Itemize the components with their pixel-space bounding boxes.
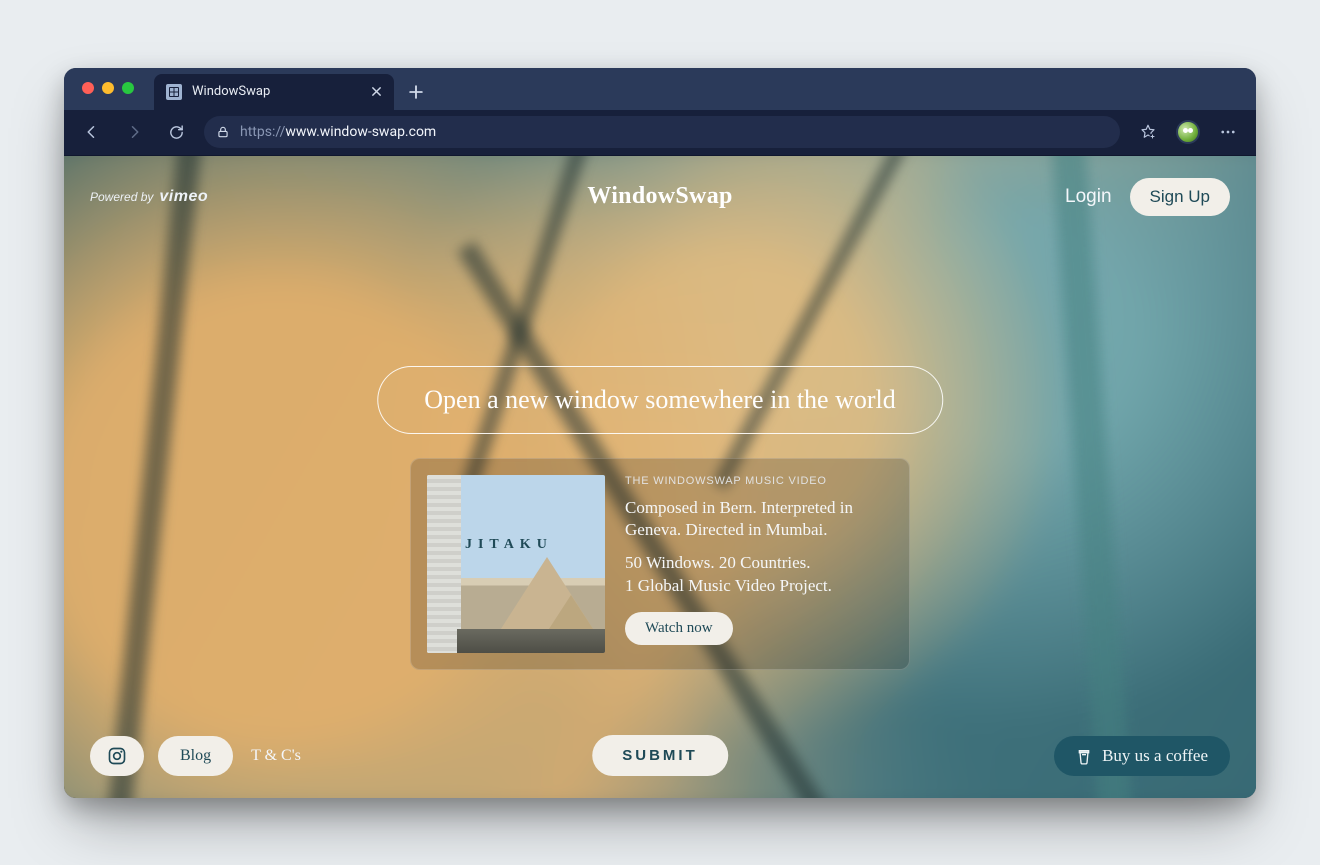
profile-avatar[interactable] <box>1176 120 1200 144</box>
page-footer: Blog T & C's SUBMIT Buy us a coffee <box>64 736 1256 776</box>
new-tab-button[interactable] <box>402 78 430 106</box>
tab-favicon <box>166 84 182 100</box>
more-menu-button[interactable] <box>1214 118 1242 146</box>
watch-now-button[interactable]: Watch now <box>625 612 733 645</box>
browser-toolbar: https://www.window-swap.com <box>64 110 1256 156</box>
forward-button[interactable] <box>120 118 148 146</box>
window-controls <box>82 82 134 94</box>
open-window-button[interactable]: Open a new window somewhere in the world <box>377 366 943 434</box>
buy-coffee-label: Buy us a coffee <box>1102 746 1208 766</box>
favorite-button[interactable] <box>1134 118 1162 146</box>
card-line-2: 50 Windows. 20 Countries. 1 Global Music… <box>625 552 893 598</box>
browser-window: WindowSwap h <box>64 68 1256 798</box>
tab-title: WindowSwap <box>192 84 358 99</box>
thumbnail-title: JITAKU <box>465 537 553 553</box>
close-window-button[interactable] <box>82 82 94 94</box>
browser-tab[interactable]: WindowSwap <box>154 74 394 110</box>
tab-close-button[interactable] <box>368 84 384 100</box>
card-eyebrow: THE WINDOWSWAP MUSIC VIDEO <box>625 475 893 487</box>
minimize-window-button[interactable] <box>102 82 114 94</box>
back-button[interactable] <box>78 118 106 146</box>
instagram-button[interactable] <box>90 736 144 776</box>
music-video-card: JITAKU THE WINDOWSWAP MUSIC VIDEO Compos… <box>410 458 910 670</box>
site-logo[interactable]: WindowSwap <box>587 183 732 210</box>
login-link[interactable]: Login <box>1065 186 1112 208</box>
signup-button[interactable]: Sign Up <box>1130 178 1230 216</box>
instagram-icon <box>107 746 127 766</box>
url-text: https://www.window-swap.com <box>240 124 436 140</box>
lock-icon <box>216 125 230 139</box>
page-viewport: Powered by vimeo WindowSwap Login Sign U… <box>64 156 1256 798</box>
tab-strip: WindowSwap <box>64 68 1256 110</box>
buy-coffee-button[interactable]: Buy us a coffee <box>1054 736 1230 776</box>
maximize-window-button[interactable] <box>122 82 134 94</box>
coffee-cup-icon <box>1076 746 1092 766</box>
blog-button[interactable]: Blog <box>158 736 233 776</box>
reload-button[interactable] <box>162 118 190 146</box>
submit-button[interactable]: SUBMIT <box>592 735 728 776</box>
music-video-thumbnail[interactable]: JITAKU <box>427 475 605 653</box>
card-line-1: Composed in Bern. Interpreted in Geneva.… <box>625 497 893 543</box>
powered-by: Powered by vimeo <box>90 188 208 206</box>
vimeo-logo: vimeo <box>159 188 208 206</box>
address-bar[interactable]: https://www.window-swap.com <box>204 116 1120 148</box>
page-header: Powered by vimeo WindowSwap Login Sign U… <box>64 178 1256 216</box>
powered-by-prefix: Powered by <box>90 190 153 204</box>
terms-link[interactable]: T & C's <box>251 747 301 765</box>
